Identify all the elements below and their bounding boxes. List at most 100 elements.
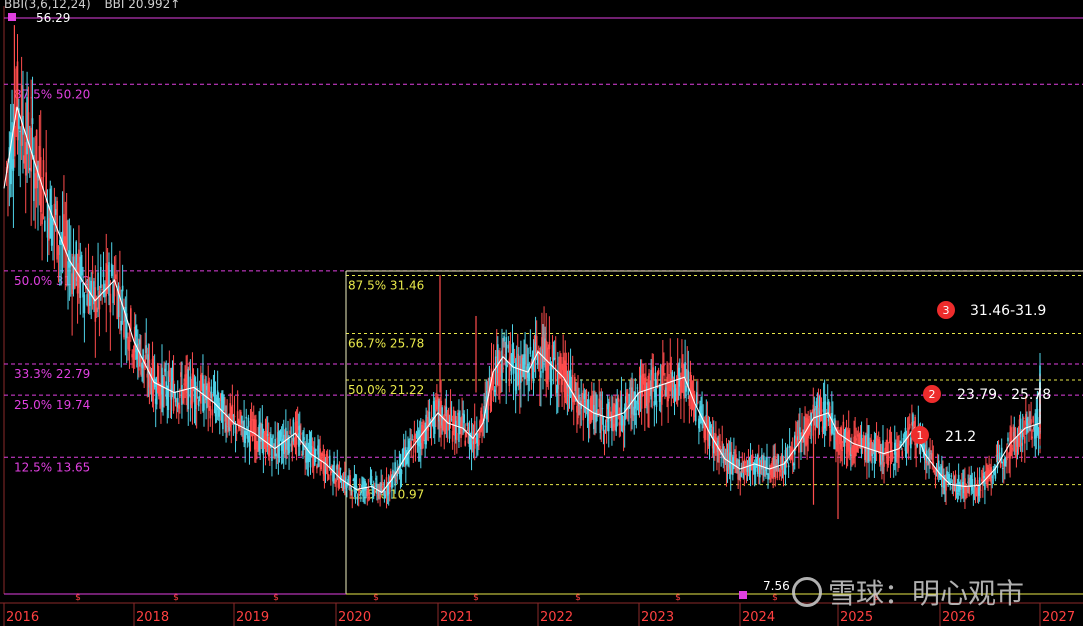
candle-body [245,416,248,419]
candle-body [602,424,605,432]
candle-body [540,370,542,378]
candle-body [825,418,828,427]
callout-number: 2 [929,388,936,401]
candle-body [652,367,655,381]
candle-body [250,419,253,421]
candle-body [410,441,412,448]
candle-body [54,209,57,215]
candle-body [95,307,98,313]
dividend-mark-icon: $ [75,593,81,603]
candle-body [392,469,394,476]
candle-body [732,457,734,475]
callout-label: 21.2 [945,429,976,445]
candle-body [82,282,84,298]
dividend-mark-icon: $ [273,593,279,603]
candle-body [550,365,553,386]
candle-body [83,294,86,314]
candle-body [574,376,576,391]
candle-body [116,289,118,320]
candle-body [848,447,851,456]
candle-body [668,382,670,391]
candle-body [898,449,900,458]
high-marker-label: 56.29 [36,11,70,25]
candle-body [882,440,884,461]
candle-body [933,470,936,473]
candle-body [320,456,323,470]
candle-body [950,475,953,477]
candle-body [688,395,691,406]
candle-body [568,394,571,396]
magenta-fib-label: 87.5% 50.20 [14,87,90,101]
callout-number: 1 [917,429,924,442]
candle-body [583,393,586,400]
candle-body [984,483,986,490]
candle-body [358,483,361,491]
candle-body [456,433,458,441]
candle-body [298,425,301,445]
candle-body [375,478,377,480]
candle-body [57,246,60,255]
candle-body [75,241,78,271]
candle-body [653,401,656,406]
candle-body [46,203,49,238]
candle-body [931,453,934,461]
candle-body [553,358,556,360]
candle-body [24,142,27,176]
candle-body [506,365,509,367]
candle-body [1031,436,1033,439]
candle-body [641,373,644,384]
magenta-fib-label: 33.3% 22.79 [14,367,90,381]
candle-body [275,453,278,457]
candle-body [665,387,667,397]
candle-body [547,362,550,380]
candle-body [663,364,665,367]
candle-body [388,477,391,493]
x-tick-label: 2023 [641,610,674,625]
candle-body [503,336,505,342]
candle-body [400,469,403,475]
candle-body [370,475,373,484]
candle-body [429,437,432,439]
candle-body [313,449,316,466]
yellow-fib-label: 50.0% 21.22 [348,383,424,397]
candle-body [632,392,634,400]
candle-body [381,486,384,488]
candle-body [611,416,613,431]
candle-body [327,474,330,480]
candle-body [464,440,467,446]
candle-body [16,61,19,141]
candle-body [71,273,73,295]
candle-body [1000,447,1003,464]
candle-body [295,421,298,445]
candle-body [121,285,124,292]
candle-body [908,423,911,429]
x-tick-label: 2019 [236,610,269,625]
candle-body [321,453,324,457]
candle-body [843,432,846,447]
candle-body [684,362,686,378]
candle-body [680,380,682,399]
candle-body [127,336,129,350]
candle-body [94,287,97,322]
dividend-mark-icon: $ [473,593,479,603]
candle-body [19,131,22,133]
candle-body [317,445,319,455]
candle-body [11,122,13,169]
dividend-mark-icon: $ [772,593,778,603]
candle-body [108,262,110,296]
candle-body [123,320,125,338]
candle-body [12,159,15,171]
candle-body [738,459,740,467]
candle-body [102,272,105,278]
candle-body [660,390,663,405]
candle-body [412,455,415,457]
candle-body [934,478,937,480]
candle-body [266,433,269,437]
candle-body [130,308,132,330]
candle-body [350,487,352,490]
candle-body [351,496,354,498]
low-marker-square [739,591,747,599]
candlestick-chart: 87.5% 50.2050.0% 31.9233.3% 22.7925.0% 1… [0,6,1083,626]
candle-body [255,419,257,445]
candle-body [115,274,117,279]
